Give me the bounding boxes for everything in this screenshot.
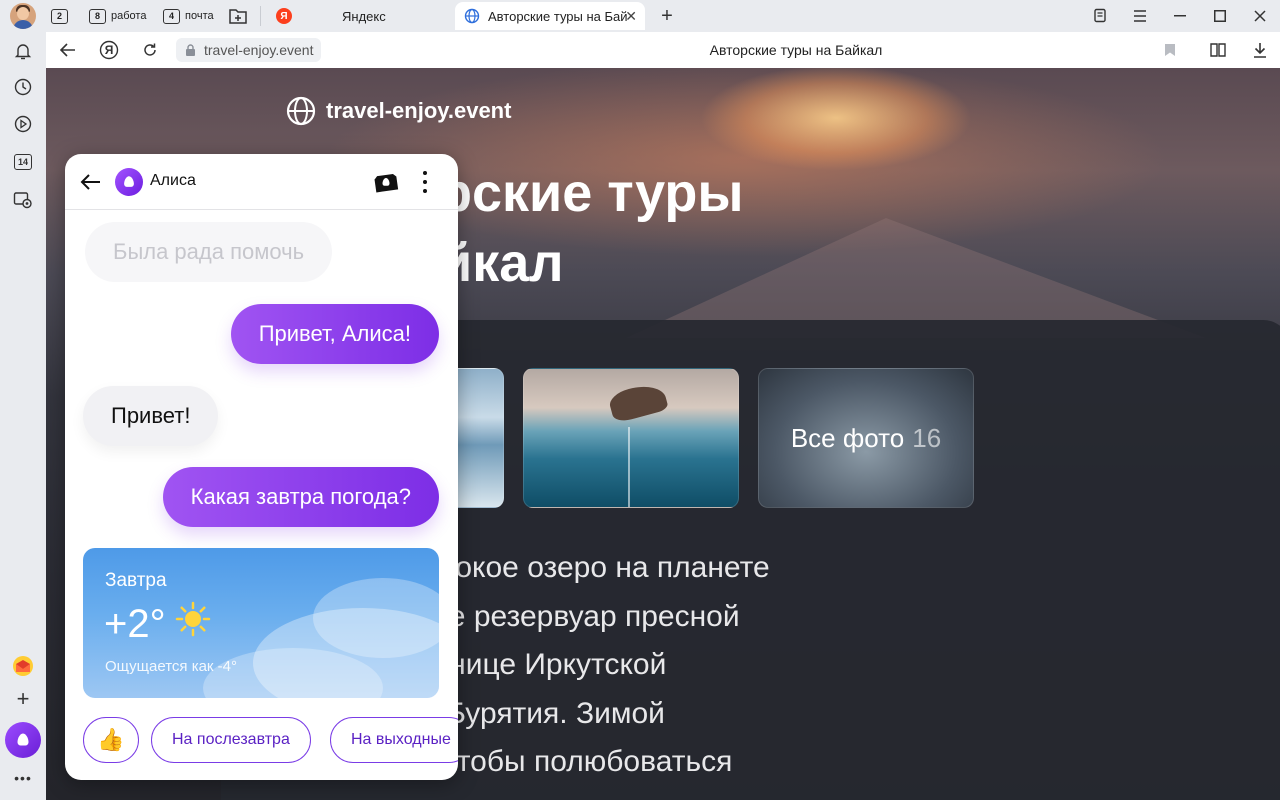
profile-avatar[interactable] — [10, 3, 36, 29]
reader-mode-icon[interactable] — [1206, 38, 1230, 62]
maximize-icon[interactable] — [1200, 0, 1240, 32]
browser-window: 2 8 работа 4 почта Я Яндекс Авторские ту… — [0, 0, 1280, 800]
user-message: Привет, Алиса! — [230, 304, 439, 364]
new-tab-icon[interactable]: + — [655, 4, 679, 28]
lock-icon — [186, 44, 195, 56]
tab-title: Авторские туры на Бай — [488, 8, 628, 24]
tab-yandex[interactable]: Я Яндекс — [268, 2, 454, 30]
page-title: Авторские туры на Байкал — [709, 42, 883, 58]
alice-header: Алиса — [65, 154, 458, 210]
thumbs-up-button[interactable]: 👍 — [83, 717, 139, 763]
camera-search-icon[interactable] — [373, 170, 399, 194]
notifications-icon[interactable] — [11, 39, 35, 63]
address-bar[interactable]: travel-enjoy.event — [176, 38, 322, 62]
tab-group-mail[interactable]: 4 почта — [163, 6, 214, 26]
menu-icon[interactable] — [1120, 0, 1160, 32]
back-icon[interactable] — [56, 38, 80, 62]
history-icon[interactable] — [11, 75, 35, 99]
globe-icon — [464, 8, 480, 24]
weather-temperature-row: +2° — [104, 600, 212, 648]
minimize-icon[interactable] — [1160, 0, 1200, 32]
alice-title: Алиса — [150, 172, 196, 189]
site-logo[interactable]: travel-enjoy.event — [286, 96, 511, 126]
alice-icon — [17, 733, 29, 746]
mail-icon[interactable] — [11, 654, 35, 678]
alice-message: Привет! — [83, 386, 219, 446]
weather-temperature: +2° — [104, 601, 166, 646]
all-photos-count: 16 — [912, 422, 942, 453]
reload-icon[interactable] — [138, 38, 162, 62]
alice-panel: Алиса Была рада помочь Привет, Алиса! Пр… — [65, 154, 458, 780]
alice-button[interactable] — [5, 722, 41, 758]
bookmark-icon[interactable] — [1158, 38, 1182, 62]
user-message: Какая завтра погода? — [162, 467, 439, 527]
close-window-icon[interactable] — [1240, 0, 1280, 32]
weather-day: Завтра — [105, 570, 167, 591]
more-vertical-icon[interactable] — [417, 168, 433, 196]
yandex-button[interactable]: Я — [97, 38, 121, 62]
site-name: travel-enjoy.event — [326, 98, 512, 123]
sun-icon — [174, 600, 212, 648]
back-arrow-icon[interactable] — [79, 170, 103, 194]
thumbs-up-icon: 👍 — [97, 727, 125, 752]
window-controls — [1080, 0, 1280, 32]
photo-thumbnail[interactable] — [523, 368, 739, 508]
yandex-favicon: Я — [276, 8, 292, 24]
calendar-badge-icon[interactable]: 14 — [11, 150, 35, 174]
close-tab-icon[interactable]: ✕ — [625, 8, 637, 25]
tab-group-work[interactable]: 8 работа — [89, 6, 146, 26]
alice-logo-icon — [115, 168, 143, 196]
tab-title: Яндекс — [342, 8, 386, 24]
add-icon[interactable]: + — [11, 686, 35, 711]
tab-strip: 2 8 работа 4 почта Я Яндекс Авторские ту… — [0, 0, 1280, 32]
tab-group-label: почта — [185, 10, 214, 22]
play-icon[interactable] — [11, 112, 35, 136]
browser-toolbar: Я travel-enjoy.event Авторские туры на Б… — [46, 32, 1280, 68]
suggestion-weekend[interactable]: На выходные — [330, 717, 458, 763]
tab-group-label: работа — [111, 10, 147, 22]
suggestion-day-after-tomorrow[interactable]: На послезавтра — [151, 717, 311, 763]
all-photos-label: Все фото — [790, 422, 905, 453]
new-tab-group-icon[interactable] — [229, 6, 247, 26]
alice-message: Была рада помочь — [85, 222, 333, 282]
all-photos-button[interactable]: Все фото 16 — [758, 368, 974, 508]
globe-icon — [286, 96, 316, 126]
weather-feels-like: Ощущается как -4° — [105, 658, 237, 675]
screenshot-icon[interactable] — [11, 188, 35, 212]
tab-group-count: 4 — [163, 8, 180, 24]
download-icon[interactable] — [1248, 38, 1272, 62]
weather-card[interactable]: Завтра +2° Ощущается как -4° — [83, 548, 439, 698]
tab-baikal-tours[interactable]: Авторские туры на Бай ✕ — [455, 2, 645, 30]
tab-group-count: 2 — [51, 8, 68, 24]
more-icon[interactable]: ••• — [11, 766, 35, 790]
left-sidebar: 14 + ••• — [0, 32, 46, 800]
collections-icon[interactable] — [1080, 0, 1120, 32]
tab-group-2[interactable]: 2 — [51, 6, 73, 26]
url-text: travel-enjoy.event — [204, 42, 314, 58]
tab-group-count: 8 — [89, 8, 106, 24]
tab-divider — [260, 6, 261, 26]
